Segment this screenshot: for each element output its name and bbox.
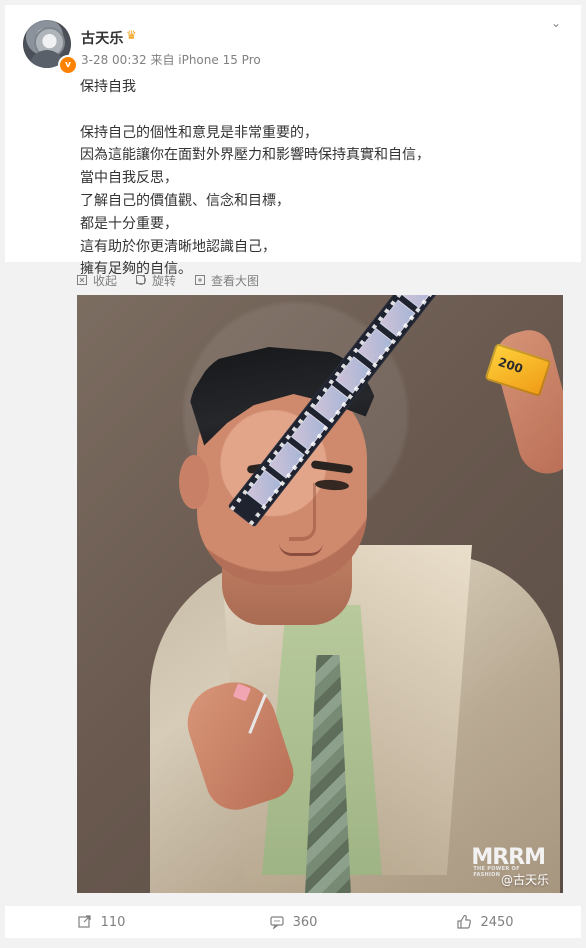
film-frame	[379, 299, 416, 337]
post-line: 保持自己的個性和意見是非常重要的，	[80, 124, 318, 141]
comment-icon	[269, 916, 284, 930]
post-card: v 古天乐 ♛ 3-28 00:32 来自 iPhone 15 Pro ⌄ 保持…	[5, 5, 581, 277]
post-image[interactable]: 200 MRRM THE POWER OF FASHION @古天乐	[77, 295, 563, 893]
chevron-down-icon[interactable]: ⌄	[551, 17, 563, 29]
post-gap	[80, 99, 550, 122]
collapse-label: 收起	[93, 273, 118, 288]
post-actions: 110 360 2450	[5, 906, 581, 938]
post-content: 保持自我 保持自己的個性和意見是非常重要的， 因為這能讓你在面對外界壓力和影響時…	[80, 76, 550, 281]
magazine-logo: MRRM THE POWER OF FASHION	[471, 845, 546, 878]
zoom-tool[interactable]: 查看大图	[194, 272, 259, 289]
author-name[interactable]: 古天乐	[81, 28, 124, 48]
comment-count: 360	[292, 914, 318, 930]
crown-icon: ♛	[126, 28, 137, 42]
rotate-tool[interactable]: 旋转	[135, 272, 176, 289]
film-canister-label: 200	[496, 354, 525, 377]
like-icon	[457, 914, 472, 929]
mouth	[279, 543, 323, 556]
post-line: 了解自己的價值觀、信念和目標，	[80, 192, 290, 209]
repost-button[interactable]: 110	[5, 906, 197, 938]
film-frame	[357, 328, 394, 366]
post-line: 當中自我反思，	[80, 170, 178, 187]
image-watermark: @古天乐	[500, 873, 549, 887]
like-count: 2450	[480, 914, 514, 930]
post-line: 因為這能讓你在面對外界壓力和影響時保持真實和自信，	[80, 147, 430, 164]
post-line: 都是十分重要，	[80, 215, 178, 232]
rotate-icon	[136, 275, 147, 285]
post-line: 這有助於你更清晰地認識自己，	[80, 238, 276, 255]
verified-badge-icon: v	[58, 55, 78, 75]
zoom-label: 查看大图	[211, 273, 260, 288]
post-line: 保持自我	[80, 79, 136, 95]
comment-button[interactable]: 360	[197, 906, 389, 938]
repost-icon	[77, 915, 91, 928]
repost-count: 110	[100, 914, 126, 930]
collapse-icon	[77, 275, 87, 285]
zoom-icon	[195, 275, 206, 285]
collapse-tool[interactable]: 收起	[76, 272, 117, 289]
like-button[interactable]: 2450	[389, 906, 581, 938]
post-meta: 3-28 00:32 来自 iPhone 15 Pro	[81, 53, 261, 67]
nose	[289, 483, 316, 541]
image-tools: 收起 旋转 查看大图	[76, 271, 259, 289]
rotate-label: 旋转	[152, 273, 177, 288]
ear	[179, 455, 209, 509]
